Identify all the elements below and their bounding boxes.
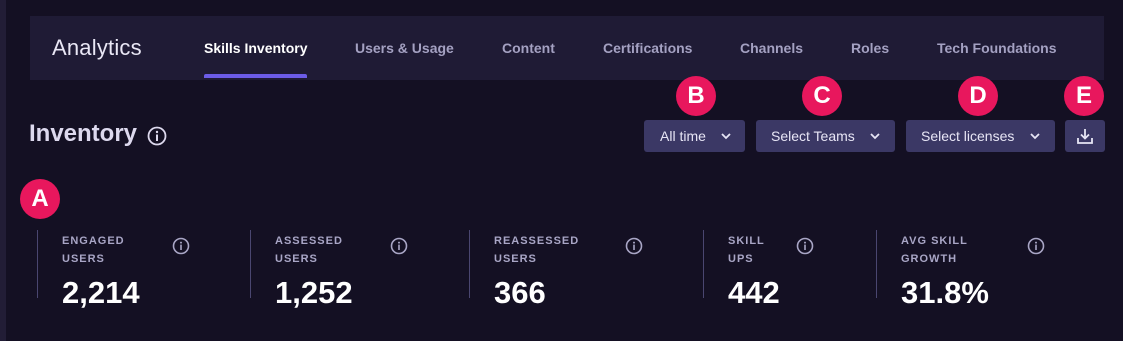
active-tab-indicator <box>204 74 307 78</box>
info-icon[interactable] <box>147 126 167 146</box>
top-nav-bar: Analytics Skills Inventory Users & Usage… <box>30 16 1104 80</box>
annotation-marker-e: E <box>1064 76 1104 116</box>
stat-avg-skill-growth: AVG SKILL GROWTH 31.8% <box>876 230 1077 310</box>
tab-tech-foundations[interactable]: Tech Foundations <box>937 16 1057 80</box>
stat-value: 1,252 <box>275 275 353 310</box>
tab-certifications[interactable]: Certifications <box>603 16 692 80</box>
tab-users-usage[interactable]: Users & Usage <box>355 16 454 80</box>
left-rail <box>0 0 6 341</box>
time-range-value: All time <box>660 128 706 144</box>
info-icon[interactable] <box>390 237 408 255</box>
stat-reassessed-users: REASSESSED USERS 366 <box>469 230 670 310</box>
info-icon[interactable] <box>796 237 814 255</box>
chevron-down-icon <box>870 133 880 140</box>
tab-roles[interactable]: Roles <box>851 16 889 80</box>
stat-value: 31.8% <box>901 275 989 310</box>
licenses-dropdown[interactable]: Select licenses <box>906 120 1055 152</box>
tab-content[interactable]: Content <box>502 16 555 80</box>
stat-value: 366 <box>494 275 546 310</box>
chevron-down-icon <box>1030 133 1040 140</box>
tab-channels[interactable]: Channels <box>740 16 803 80</box>
info-icon[interactable] <box>172 237 190 255</box>
page-title: Inventory <box>29 120 138 147</box>
teams-dropdown[interactable]: Select Teams <box>756 120 895 152</box>
download-button[interactable] <box>1065 120 1105 152</box>
stat-assessed-users: ASSESSED USERS 1,252 <box>250 230 451 310</box>
annotation-marker-c: C <box>802 76 842 116</box>
info-icon[interactable] <box>625 237 643 255</box>
stat-engaged-users: ENGAGED USERS 2,214 <box>37 230 238 310</box>
stat-skill-ups: SKILL UPS 442 <box>703 230 864 310</box>
stat-value: 442 <box>728 275 780 310</box>
stat-label: ENGAGED USERS <box>62 235 125 265</box>
teams-value: Select Teams <box>771 128 855 144</box>
stat-value: 2,214 <box>62 275 140 310</box>
stat-label: SKILL UPS <box>728 235 765 265</box>
annotation-marker-a: A <box>20 179 60 219</box>
info-icon[interactable] <box>1027 237 1045 255</box>
stat-label: ASSESSED USERS <box>275 235 343 265</box>
tab-skills-inventory[interactable]: Skills Inventory <box>204 16 307 80</box>
annotation-marker-b: B <box>676 76 716 116</box>
download-icon <box>1077 129 1093 144</box>
licenses-value: Select licenses <box>921 128 1015 144</box>
annotation-marker-d: D <box>958 76 998 116</box>
time-range-dropdown[interactable]: All time <box>644 120 745 152</box>
app-title: Analytics <box>52 35 142 60</box>
stat-label: AVG SKILL GROWTH <box>901 235 968 265</box>
stat-label: REASSESSED USERS <box>494 235 580 265</box>
chevron-down-icon <box>721 133 731 140</box>
